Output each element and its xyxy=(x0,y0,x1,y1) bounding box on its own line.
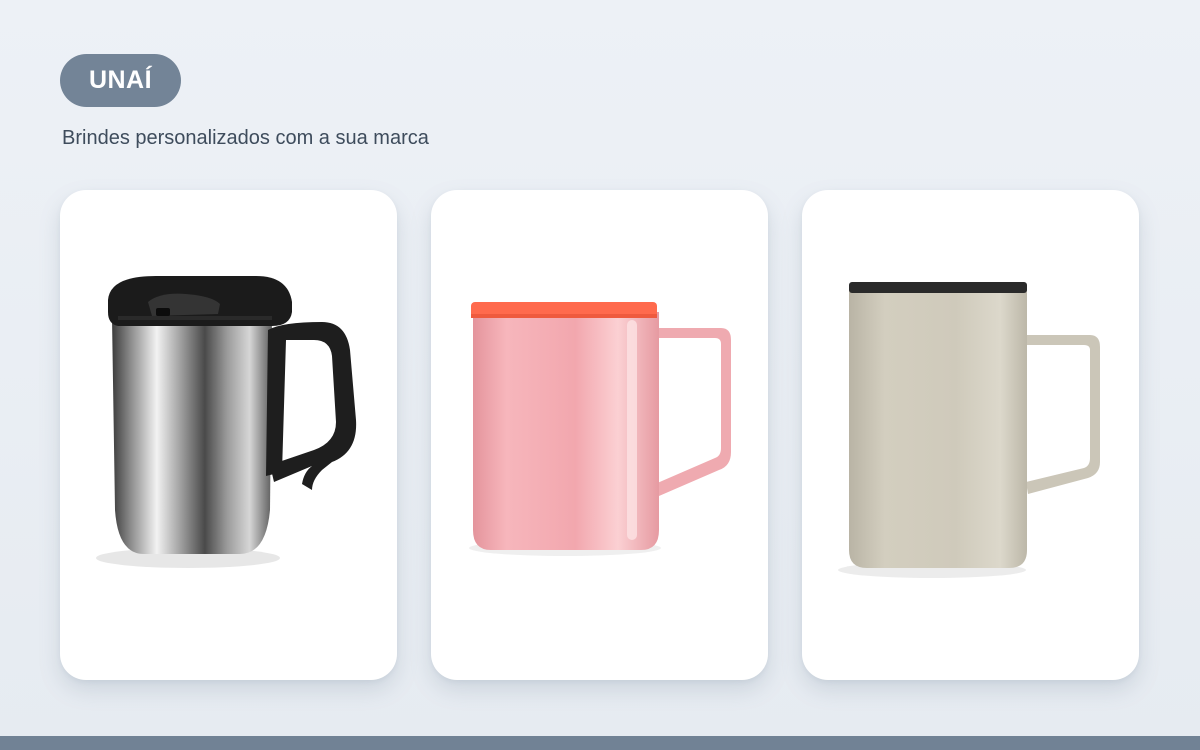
product-card[interactable] xyxy=(60,190,397,680)
stainless-mug-image xyxy=(96,276,357,568)
beige-mug-image xyxy=(838,282,1100,578)
footer-bar xyxy=(0,736,1200,750)
product-card[interactable] xyxy=(431,190,768,680)
product-card[interactable] xyxy=(802,190,1139,680)
brand-badge: UNAÍ xyxy=(60,54,181,107)
tagline: Brindes personalizados com a sua marca xyxy=(62,127,429,149)
pink-mug-image xyxy=(469,302,731,556)
